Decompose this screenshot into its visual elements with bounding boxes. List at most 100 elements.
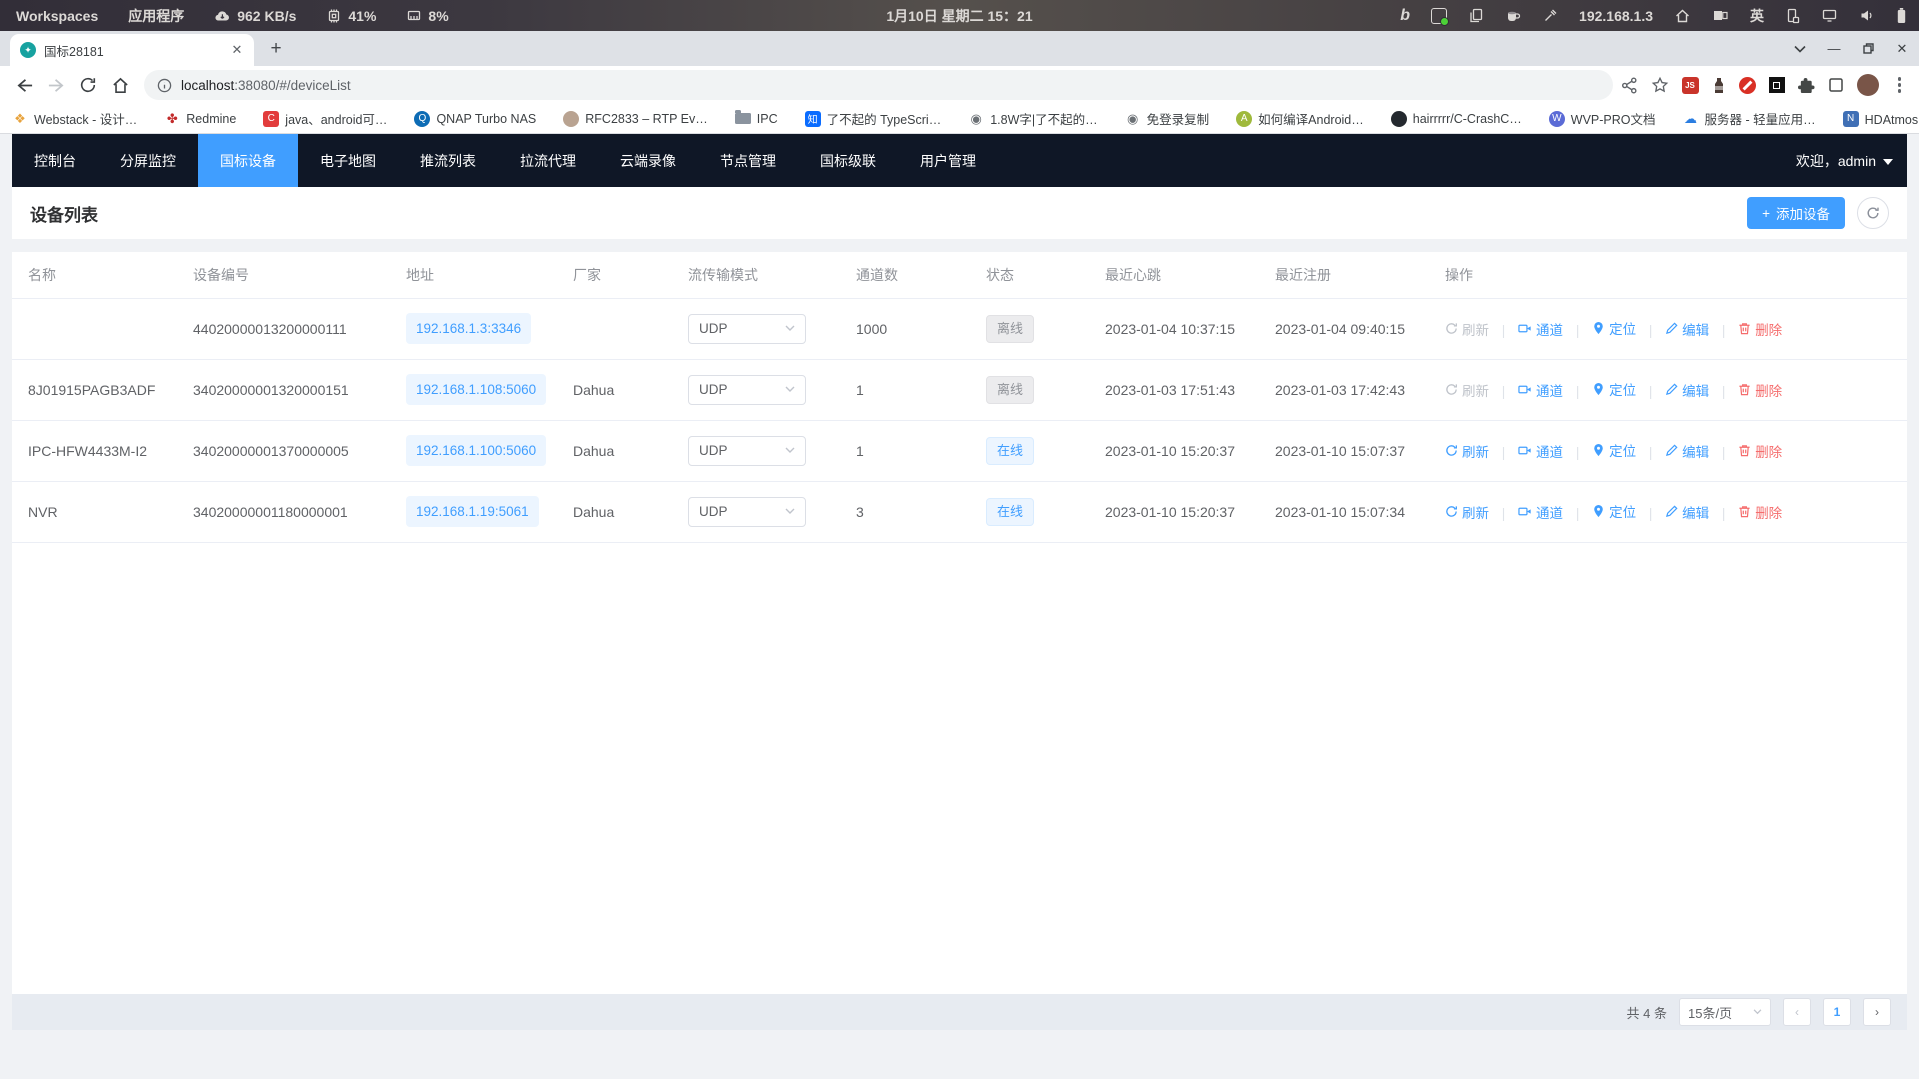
refresh-action[interactable]: 刷新 [1445,380,1489,400]
input-language-indicator[interactable]: 英 [1750,6,1764,26]
column-header: 设备编号 [177,252,390,298]
browser-menu-icon[interactable] [1892,77,1908,93]
edit-action[interactable]: 编辑 [1665,441,1709,461]
share-icon[interactable] [1621,77,1638,94]
next-page-button[interactable]: › [1863,998,1891,1026]
window-close-button[interactable]: ✕ [1885,31,1919,66]
bookmark-item[interactable]: A 如何编译Android… [1236,109,1364,128]
delete-action[interactable]: 删除 [1738,319,1782,339]
bookmark-item[interactable]: 知 了不起的 TypeScri… [805,109,942,128]
stream-mode-select[interactable]: UDP [688,436,806,466]
edit-action[interactable]: 编辑 [1665,319,1709,339]
nav-item[interactable]: 云端录像 [598,134,698,187]
bookmark-item[interactable]: Q QNAP Turbo NAS [414,111,536,127]
adblock-extension-icon[interactable] [1739,77,1756,94]
refresh-action[interactable]: 刷新 [1445,319,1489,339]
nav-item[interactable]: 分屏监控 [98,134,198,187]
tab-close-icon[interactable]: ✕ [228,41,246,59]
workspace-switcher-icon[interactable] [1712,8,1729,23]
edit-action[interactable]: 编辑 [1665,502,1709,522]
app-nav-bar: 控制台分屏监控国标设备电子地图推流列表拉流代理云端录像节点管理国标级联用户管理 … [12,134,1907,187]
delete-action[interactable]: 删除 [1738,502,1782,522]
bookmark-item[interactable]: ✤ Redmine [164,111,236,127]
locate-action[interactable]: 定位 [1592,440,1636,460]
coffee-tray-icon[interactable] [1505,8,1522,23]
user-menu[interactable]: 欢迎，admin [1796,134,1907,187]
ip-address-indicator[interactable]: 192.168.1.3 [1579,8,1653,24]
clipboard-tray-icon[interactable] [1468,8,1484,24]
bing-tray-icon[interactable]: b [1400,7,1410,25]
phone-link-tray-icon[interactable] [1785,8,1800,24]
memory-usage-indicator[interactable]: 8% [406,8,448,24]
bookmark-item[interactable]: W WVP-PRO文档 [1549,109,1656,128]
back-button[interactable] [8,69,40,101]
reload-button[interactable] [72,69,104,101]
cpu-usage-indicator[interactable]: 41% [326,8,376,24]
stream-mode-select[interactable]: UDP [688,375,806,405]
window-minimize-button[interactable]: — [1817,31,1851,66]
locate-action[interactable]: 定位 [1592,318,1636,338]
page-number-button[interactable]: 1 [1823,998,1851,1026]
tab-search-icon[interactable] [1783,31,1817,66]
battery-tray-icon[interactable] [1896,7,1907,24]
refresh-action[interactable]: 刷新 [1445,441,1489,461]
edit-action[interactable]: 编辑 [1665,380,1709,400]
network-speed-indicator[interactable]: 962 KB/s [214,8,296,24]
profile-avatar[interactable] [1857,74,1879,96]
reading-list-icon[interactable] [1828,77,1844,93]
delete-action[interactable]: 删除 [1738,380,1782,400]
nav-item[interactable]: 国标设备 [198,134,298,187]
bookmark-item[interactable]: hairrrrr/C-CrashC… [1391,111,1522,127]
refresh-list-button[interactable] [1857,197,1889,229]
nav-item[interactable]: 节点管理 [698,134,798,187]
browser-tab[interactable]: ✦ 国标28181 ✕ [10,34,254,66]
bookmark-item[interactable]: C java、android可… [263,109,387,128]
bookmark-item[interactable]: ❖ Webstack - 设计… [12,109,137,128]
nav-item[interactable]: 控制台 [12,134,98,187]
locate-action[interactable]: 定位 [1592,501,1636,521]
channel-action[interactable]: 通道 [1518,502,1563,522]
page-size-select[interactable]: 15条/页 [1679,998,1771,1026]
locate-action[interactable]: 定位 [1592,379,1636,399]
bottle-extension-icon[interactable] [1712,77,1726,94]
js-extension-icon[interactable]: JS [1682,77,1699,94]
channel-action[interactable]: 通道 [1518,380,1563,400]
app-indicator-icon[interactable] [1431,8,1447,24]
delete-action[interactable]: 删除 [1738,441,1782,461]
welcome-text: 欢迎，admin [1796,151,1876,171]
home-tray-icon[interactable] [1674,8,1691,24]
stream-mode-select[interactable]: UDP [688,497,806,527]
channel-action[interactable]: 通道 [1518,441,1563,461]
home-button[interactable] [104,69,136,101]
bookmark-item[interactable]: IPC [735,112,778,126]
prev-page-button[interactable]: ‹ [1783,998,1811,1026]
clock-indicator[interactable]: 1月10日 星期二 15：21 [886,6,1032,26]
bookmark-item[interactable]: ◉ 免登录复制 [1125,109,1210,128]
url-omnibox[interactable]: localhost:38080/#/deviceList [144,70,1613,100]
volume-tray-icon[interactable] [1859,8,1875,23]
workspaces-button[interactable]: Workspaces [16,8,98,24]
add-device-button[interactable]: + 添加设备 [1747,197,1845,229]
applications-button[interactable]: 应用程序 [128,6,184,26]
stream-mode-select[interactable]: UDP [688,314,806,344]
channel-action[interactable]: 通道 [1518,319,1563,339]
bookmark-item[interactable]: RFC2833 – RTP Ev… [563,111,708,127]
bookmark-item[interactable]: N HDAtmos :: 种子 "… [1843,109,1919,128]
forward-button[interactable] [40,69,72,101]
display-tray-icon[interactable] [1821,8,1838,23]
nav-item[interactable]: 用户管理 [898,134,998,187]
extensions-puzzle-icon[interactable] [1798,77,1815,94]
window-restore-button[interactable] [1851,31,1885,66]
bookmark-star-icon[interactable] [1651,76,1669,94]
bookmark-item[interactable]: ◉ 1.8W字|了不起的… [968,109,1097,128]
new-tab-button[interactable]: + [262,35,290,63]
nav-item[interactable]: 推流列表 [398,134,498,187]
color-picker-tray-icon[interactable] [1543,8,1558,23]
screenshot-extension-icon[interactable] [1769,77,1785,93]
nav-item[interactable]: 拉流代理 [498,134,598,187]
site-info-icon[interactable] [157,78,172,93]
bookmark-item[interactable]: ☁ 服务器 - 轻量应用… [1683,109,1816,128]
nav-item[interactable]: 国标级联 [798,134,898,187]
refresh-action[interactable]: 刷新 [1445,502,1489,522]
nav-item[interactable]: 电子地图 [298,134,398,187]
